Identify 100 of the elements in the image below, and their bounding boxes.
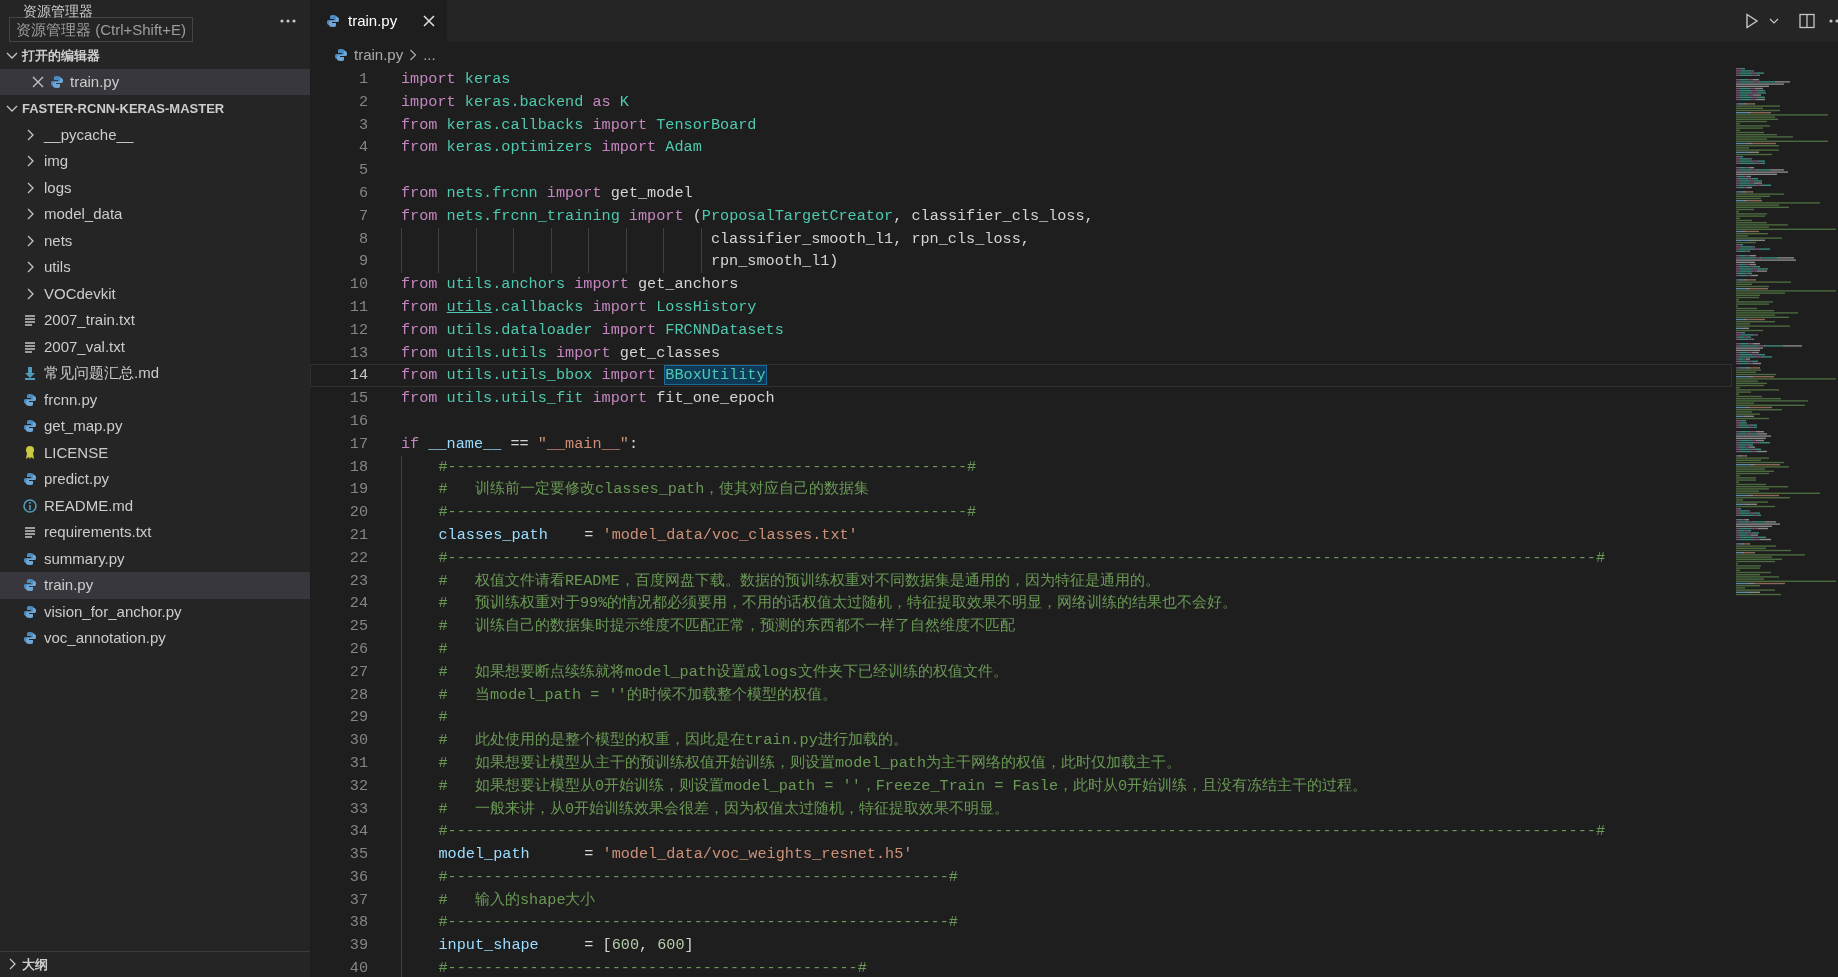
code-line: #-------------------------------------------------------#	[401, 911, 958, 935]
code-line: # 权值文件请看README，百度网盘下载。数据的预训练权重对不同数据集是通用的，因为特征是通用的。	[401, 569, 1160, 593]
line-number: 25	[348, 616, 368, 638]
code-line: classes_path = 'model_data/voc_classes.txt'	[401, 523, 858, 547]
file-item[interactable]: train.py	[0, 572, 310, 599]
line-number: 26	[348, 638, 368, 660]
file-item[interactable]: get_map.py	[0, 413, 310, 440]
line-number: 32	[348, 775, 368, 797]
section-header[interactable]: FASTER-RCNN-KERAS-MASTER	[0, 95, 310, 122]
line-number: 40	[348, 958, 368, 977]
file-item[interactable]: 常见问题汇总.md	[0, 360, 310, 387]
folder-item[interactable]: utils	[0, 254, 310, 281]
line-number: 31	[348, 752, 368, 774]
code-line: import keras	[401, 69, 511, 90]
code-line: import keras.backend as K	[401, 91, 629, 113]
line-number: 6	[357, 183, 368, 204]
line-number: 5	[357, 160, 368, 182]
code-line: # 如果想要断点续练就将model_path设置成logs文件夹下已经训练的权值文件。	[401, 660, 1008, 684]
code-line: from utils.callbacks import LossHistory	[401, 296, 757, 318]
line-number: 12	[348, 319, 368, 341]
code-line: # 输入的shape大小	[401, 888, 596, 912]
line-number: 4	[357, 137, 368, 159]
line-number: 1	[357, 69, 368, 90]
file-item[interactable]: 2007_train.txt	[0, 307, 310, 334]
code-line: from utils.dataloader import FRCNNDatasets	[401, 319, 784, 341]
line-number: 34	[348, 821, 368, 843]
code-line: from keras.optimizers import Adam	[401, 137, 702, 159]
code-line: from utils.utils_bbox import BBoxUtility	[401, 365, 766, 387]
line-number: 14	[348, 365, 368, 387]
folder-item[interactable]: img	[0, 148, 310, 175]
file-item[interactable]: LICENSE	[0, 439, 310, 466]
line-number: 17	[348, 433, 368, 455]
line-number: 37	[348, 889, 368, 911]
code-line: classifier_smooth_l1, rpn_cls_loss,	[401, 227, 1030, 251]
line-number: 27	[348, 661, 368, 683]
line-number: 15	[348, 388, 368, 410]
folder-item[interactable]: VOCdevkit	[0, 280, 310, 307]
line-number: 29	[348, 707, 368, 729]
code-line: if __name__ == "__main__":	[401, 433, 638, 455]
file-item[interactable]: requirements.txt	[0, 519, 310, 546]
code-line: # 如果想要让模型从主干的预训练权值开始训练，则设置model_path为主干网络的权值，此时仅加载主干。	[401, 751, 1182, 775]
file-item[interactable]: vision_for_anchor.py	[0, 598, 310, 625]
folder-item[interactable]: model_data	[0, 201, 310, 228]
folder-item[interactable]: __pycache__	[0, 121, 310, 148]
folder-item[interactable]: nets	[0, 227, 310, 254]
section-header[interactable]: 大纲	[0, 950, 310, 977]
line-number: 18	[348, 456, 368, 478]
code-line: # 训练自己的数据集时提示维度不匹配正常，预测的东西都不一样了自然维度不匹配	[401, 615, 1015, 638]
line-number: 23	[348, 570, 368, 592]
line-number: 10	[348, 274, 368, 296]
file-item[interactable]: README.md	[0, 492, 310, 519]
code-line: #-------------------------------------------------------#	[401, 865, 958, 889]
code-line: #---------------------------------------------------------#	[401, 455, 977, 479]
breadcrumb-item[interactable]: ...	[423, 43, 436, 67]
folder-item[interactable]: logs	[0, 174, 310, 201]
editor-tab[interactable]: train.py	[310, 0, 448, 42]
tooltip: 资源管理器 (Ctrl+Shift+E)	[9, 17, 194, 42]
code-line: from utils.utils_fit import fit_one_epoch	[401, 388, 775, 410]
line-number: 21	[348, 524, 368, 546]
code-line: input_shape = [600, 600]	[401, 934, 694, 958]
line-number: 11	[348, 296, 368, 318]
code-line: from utils.anchors import get_anchors	[401, 274, 739, 296]
line-number: 24	[348, 593, 368, 615]
code-line: from nets.frcnn import get_model	[401, 183, 693, 204]
code-line: #------------------------------------------------------------------------------------------------------------------------------#	[401, 546, 1606, 570]
file-item[interactable]: 2007_val.txt	[0, 333, 310, 360]
line-number: 28	[348, 684, 368, 706]
line-number: 19	[348, 479, 368, 501]
line-number: 35	[348, 844, 368, 866]
code-line: #	[401, 637, 448, 661]
code-line: model_path = 'model_data/voc_weights_resnet.h5'	[401, 843, 913, 866]
code-line: #------------------------------------------------------------------------------------------------------------------------------#	[401, 820, 1606, 844]
line-number: 13	[348, 342, 368, 364]
section-header[interactable]: 打开的编辑器	[0, 42, 310, 69]
line-number: 30	[348, 730, 368, 752]
line-number: 22	[348, 547, 368, 569]
open-editor-item[interactable]: train.py	[0, 68, 310, 95]
code-line: # 一般来讲，从0开始训练效果会很差，因为权值太过随机，特征提取效果不明显。	[401, 797, 1010, 821]
code-line: from keras.callbacks import TensorBoard	[401, 114, 757, 136]
line-number: 3	[357, 114, 368, 136]
code-line: # 训练前一定要修改classes_path，使其对应自己的数据集	[401, 478, 870, 502]
code-line: rpn_smooth_l1)	[401, 250, 839, 274]
line-number: 8	[357, 228, 368, 250]
code-line: #---------------------------------------------#	[401, 957, 867, 977]
line-number: 38	[348, 912, 368, 934]
code-line: # 预训练权重对于99%的情况都必须要用，不用的话权值太过随机，特征提取效果不明显，网络训练的结果也不会好。	[401, 592, 1238, 616]
code-line: # 此处使用的是整个模型的权重，因此是在train.py进行加载的。	[401, 729, 908, 752]
sidebar-title: 资源管理器	[23, 3, 93, 19]
code-line: from utils.utils import get_classes	[401, 342, 721, 364]
file-item[interactable]: voc_annotation.py	[0, 625, 310, 652]
breadcrumb-item[interactable]: train.py	[354, 43, 404, 67]
file-item[interactable]: summary.py	[0, 545, 310, 572]
file-item[interactable]: predict.py	[0, 466, 310, 493]
file-item[interactable]: frcnn.py	[0, 386, 310, 413]
line-number: 7	[357, 205, 368, 227]
line-number: 39	[348, 935, 368, 957]
code-line: #---------------------------------------------------------#	[401, 501, 977, 524]
line-number: 2	[357, 91, 368, 113]
line-number: 33	[348, 798, 368, 820]
line-number: 20	[348, 502, 368, 524]
